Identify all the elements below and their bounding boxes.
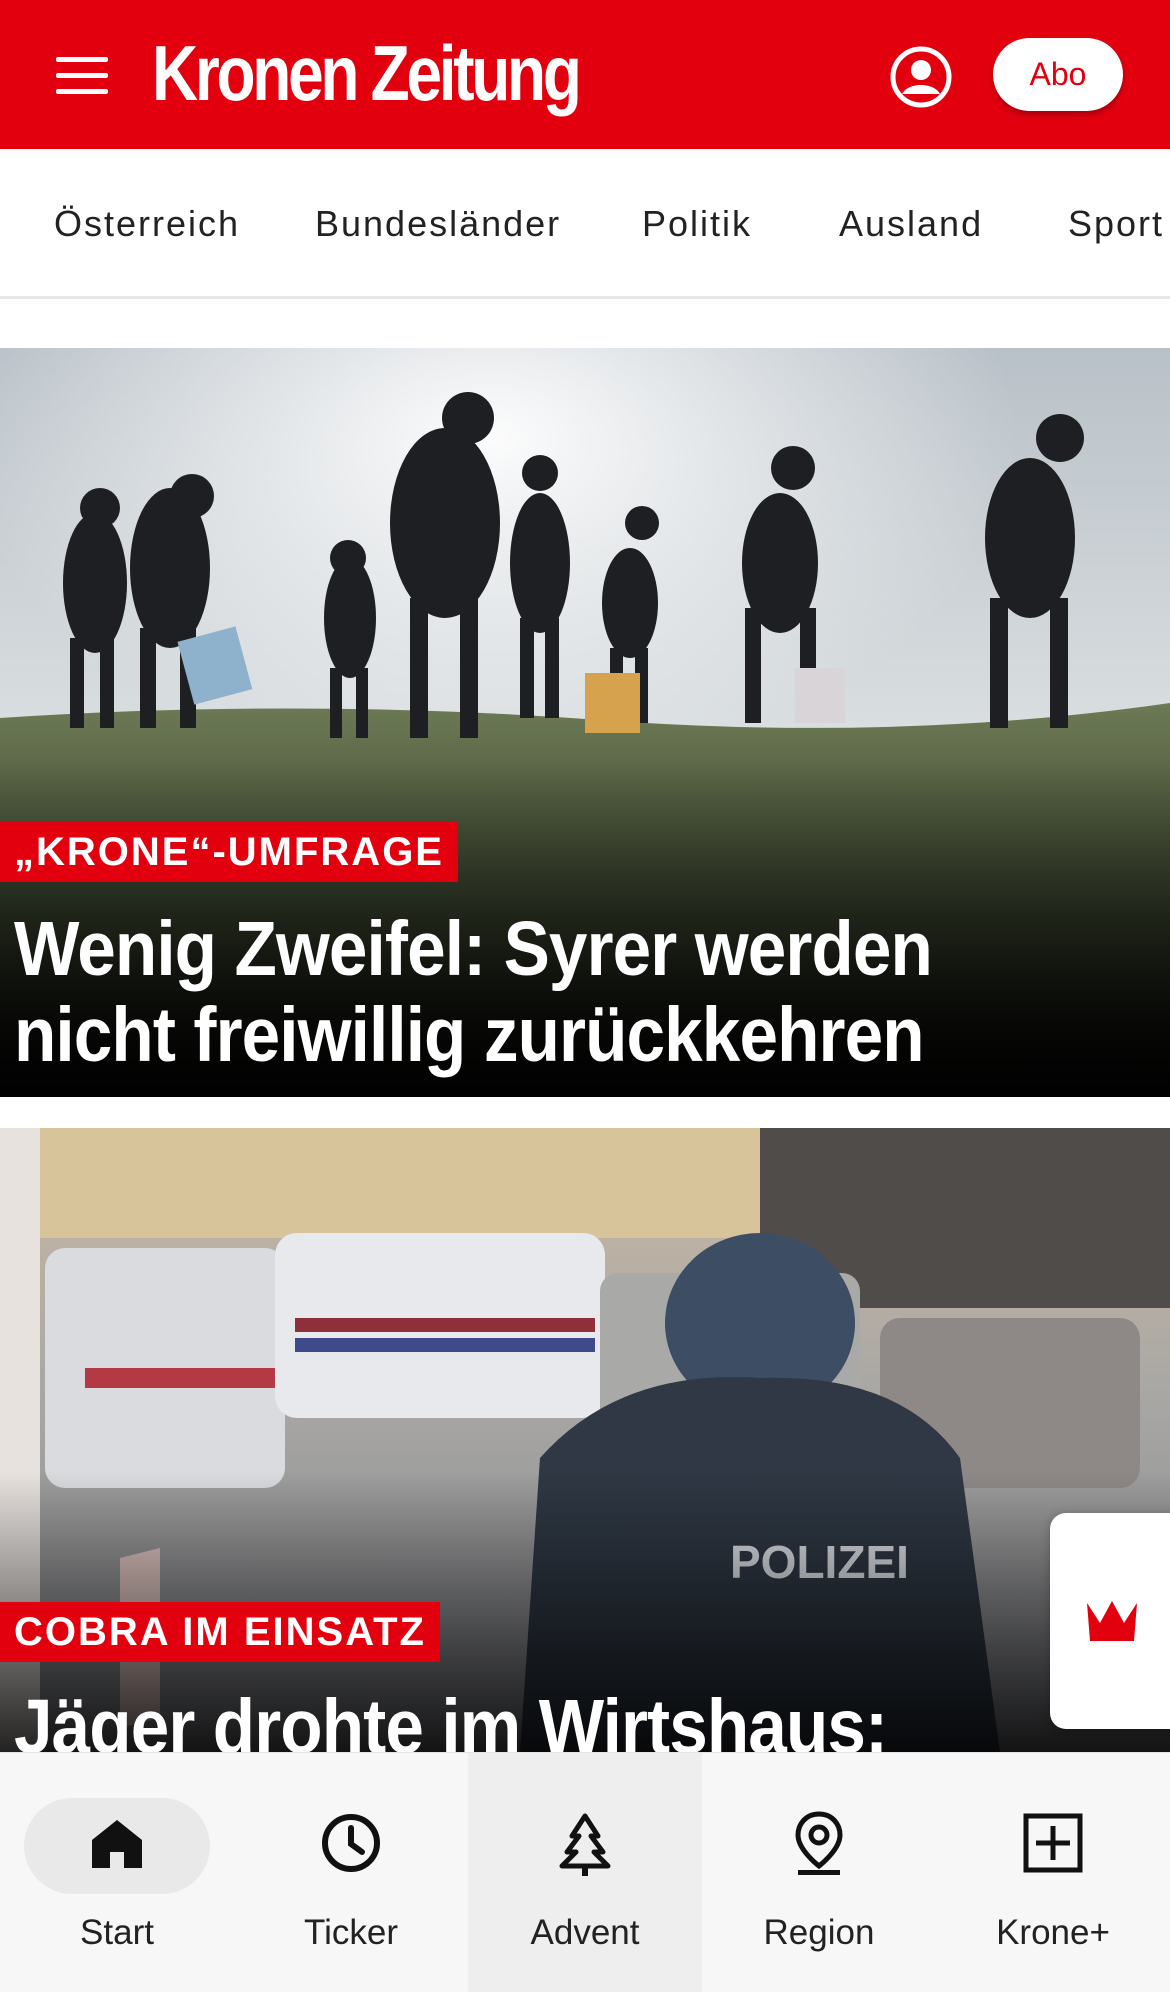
location-pin-icon: [795, 1811, 843, 1875]
nav-tab-kroneplus[interactable]: Krone+: [936, 1753, 1170, 1992]
nav-tab-label: Advent: [530, 1913, 640, 1952]
home-icon: [92, 1820, 142, 1868]
nav-tab-label: Region: [763, 1913, 875, 1952]
article-card[interactable]: „KRONE“-UMFRAGE Wenig Zweifel: Syrer wer…: [0, 348, 1170, 1097]
article-headline: Wenig Zweifel: Syrer werden nicht freiwi…: [14, 906, 1148, 1078]
article-headline: Jäger drohte im Wirtshaus:: [14, 1684, 1148, 1752]
brand-logo[interactable]: Kronen Zeitung: [152, 28, 582, 118]
category-nav: Österreich Bundesländer Politik Ausland …: [0, 149, 1170, 299]
headline-line: Jäger drohte im Wirtshaus:: [14, 1684, 888, 1752]
bottom-navigation: Start Ticker Advent Region Krone+: [0, 1752, 1170, 1992]
nav-tab-advent[interactable]: Advent: [468, 1753, 702, 1992]
category-tab-bundeslaender[interactable]: Bundesländer: [315, 149, 561, 296]
account-icon[interactable]: [888, 44, 954, 110]
krone-fab-button[interactable]: [1050, 1513, 1170, 1729]
nav-tab-ticker[interactable]: Ticker: [234, 1753, 468, 1992]
nav-tab-label: Start: [80, 1913, 154, 1952]
headline-line: Wenig Zweifel: Syrer werden: [14, 906, 933, 992]
menu-icon[interactable]: [50, 45, 118, 105]
tree-icon: [559, 1813, 611, 1876]
article-kicker: COBRA IM EINSATZ: [0, 1602, 440, 1662]
plus-box-icon: [1023, 1813, 1083, 1873]
nav-tab-start[interactable]: Start: [0, 1753, 234, 1992]
headline-line: nicht freiwillig zurückkehren: [14, 992, 925, 1078]
nav-tab-region[interactable]: Region: [702, 1753, 936, 1992]
category-tab-ausland[interactable]: Ausland: [839, 149, 983, 296]
abo-button[interactable]: Abo: [993, 38, 1123, 111]
article-card[interactable]: POLIZEI COBRA IM EINSATZ Jäger drohte im…: [0, 1128, 1170, 1752]
nav-tab-label: Krone+: [996, 1913, 1110, 1952]
top-app-bar: Kronen Zeitung Abo: [0, 0, 1170, 149]
category-tab-politik[interactable]: Politik: [642, 149, 752, 296]
article-kicker: „KRONE“-UMFRAGE: [0, 822, 458, 882]
clock-icon: [322, 1814, 380, 1872]
nav-tab-label: Ticker: [304, 1913, 398, 1952]
crown-icon: [1087, 1601, 1137, 1641]
category-tab-oesterreich[interactable]: Österreich: [54, 149, 240, 296]
category-tab-sport[interactable]: Sport: [1068, 149, 1164, 296]
